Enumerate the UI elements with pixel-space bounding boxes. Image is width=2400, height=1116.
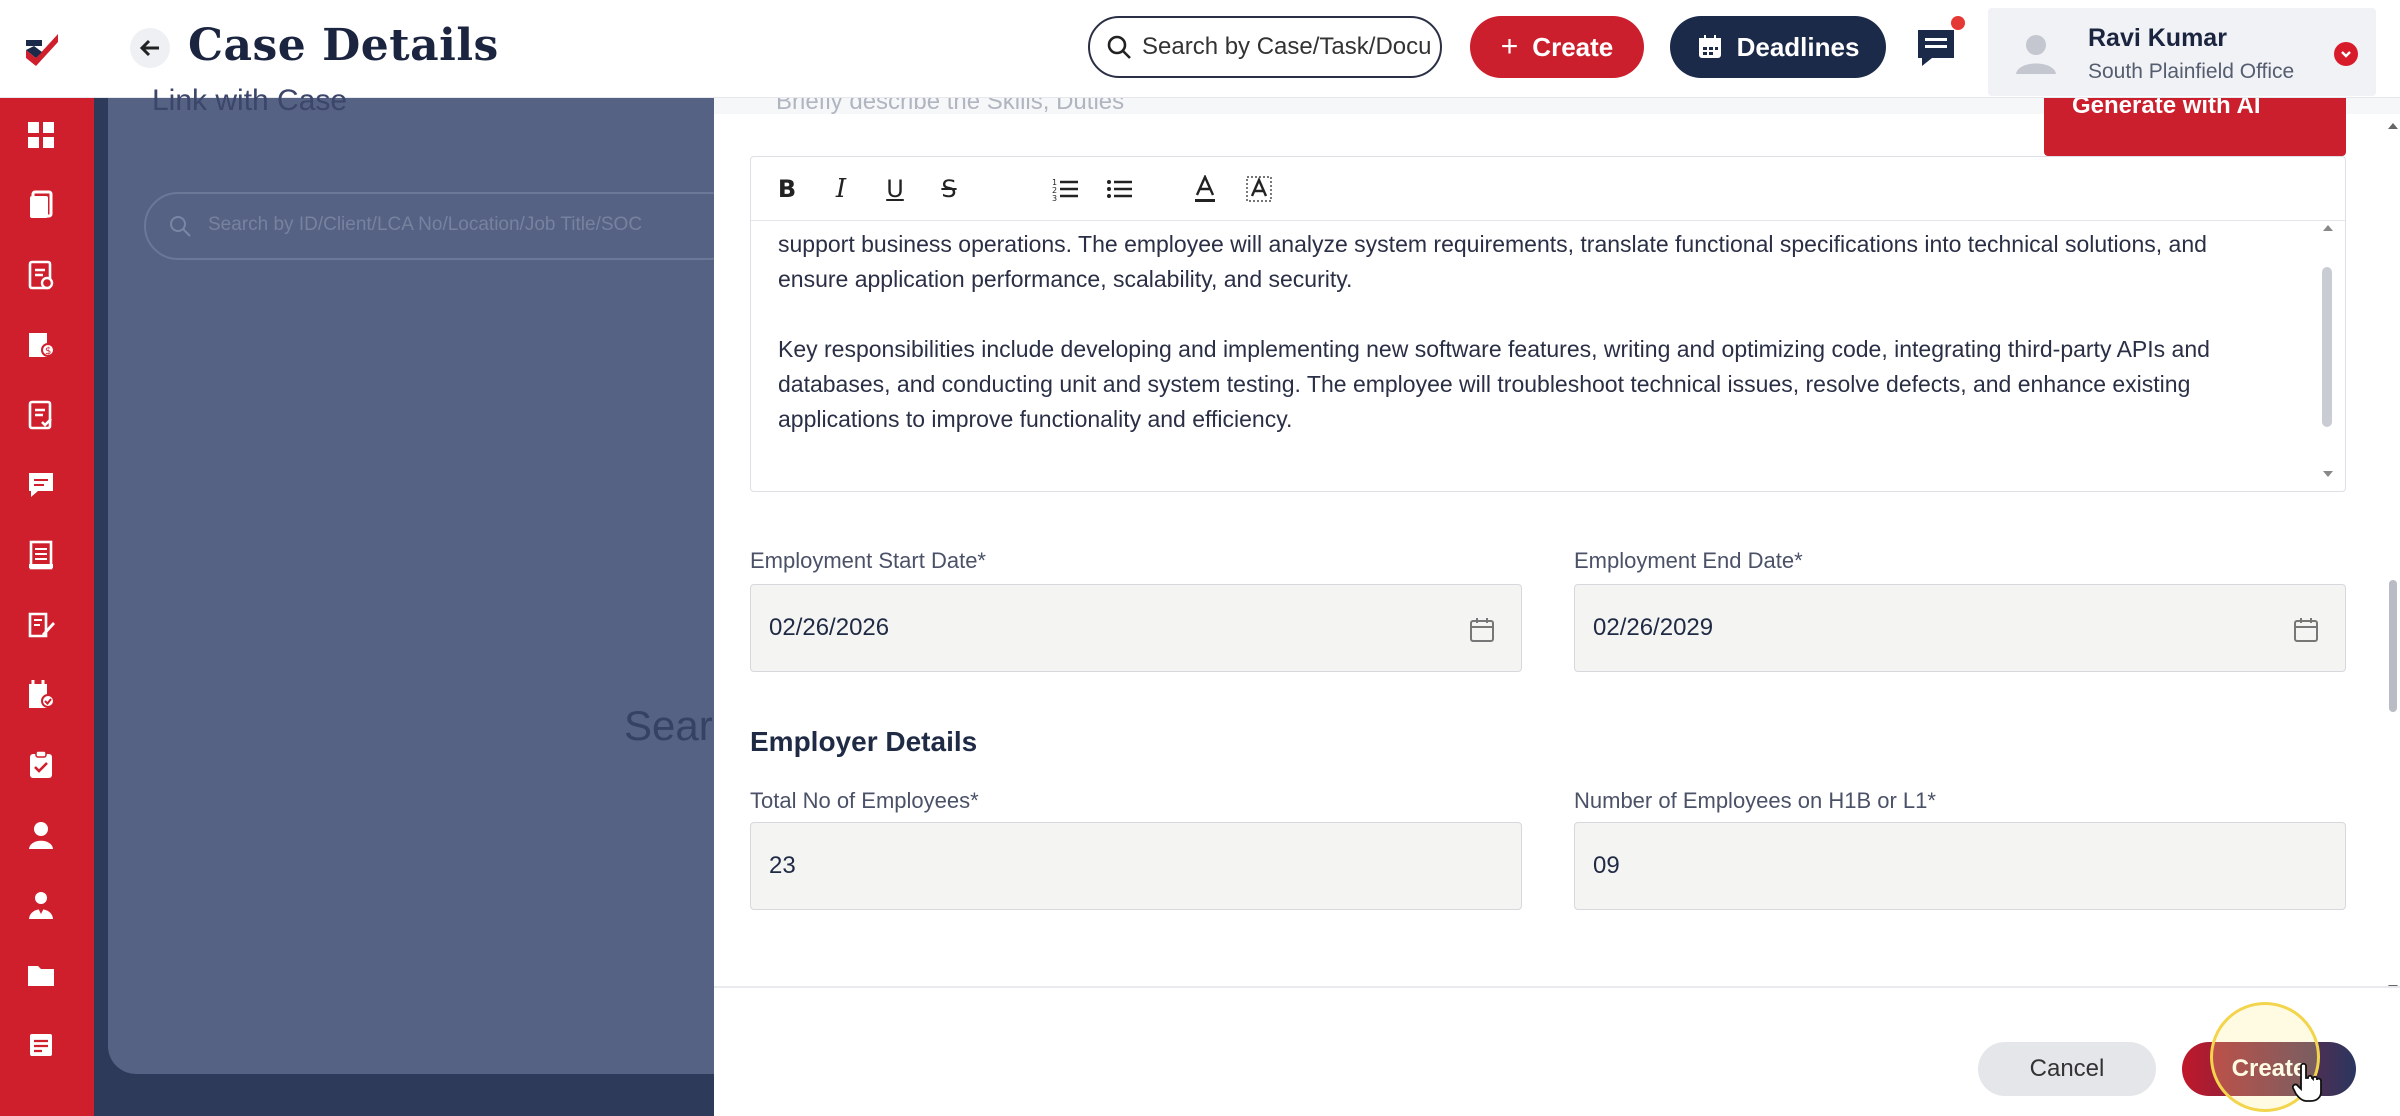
- forms-icon[interactable]: [24, 398, 58, 432]
- global-search-input[interactable]: [1142, 33, 1432, 61]
- arrow-left-icon: [139, 39, 159, 57]
- user-profile-card[interactable]: Ravi Kumar South Plainfield Office: [1988, 8, 2376, 96]
- folder-icon[interactable]: [24, 958, 58, 992]
- search-icon: [170, 216, 191, 237]
- calendar-icon[interactable]: [1469, 617, 1495, 643]
- calendar-icon[interactable]: [2293, 617, 2319, 643]
- end-date-field[interactable]: 02/26/2029: [1574, 584, 2346, 672]
- messages-icon[interactable]: [24, 468, 58, 502]
- back-button[interactable]: [130, 28, 170, 68]
- page-title: Case Details: [188, 20, 499, 71]
- generate-with-ai-label: Generate with AI: [2072, 98, 2261, 119]
- strikethrough-icon[interactable]: S: [931, 171, 967, 207]
- calendar-icon: [1698, 35, 1721, 58]
- duties-rich-text-editor[interactable]: B I U S 123 support business operations.…: [750, 156, 2346, 492]
- deadlines-button[interactable]: Deadlines: [1670, 16, 1886, 78]
- editor-scrollbar[interactable]: [2318, 221, 2340, 487]
- editor-paragraph: support business operations. The employe…: [778, 231, 2207, 292]
- user-name: Ravi Kumar: [2088, 24, 2227, 52]
- create-button[interactable]: Create: [2182, 1042, 2356, 1096]
- editor-paragraph: Key responsibilities include developing …: [778, 336, 2210, 432]
- notes-icon[interactable]: [24, 608, 58, 642]
- svg-text:$: $: [45, 346, 51, 357]
- start-date-value: 02/26/2026: [769, 614, 890, 641]
- highlight-icon[interactable]: [1241, 171, 1277, 207]
- generate-with-ai-button[interactable]: Generate with AI: [2044, 98, 2346, 156]
- h1b-employees-value: 09: [1593, 852, 1620, 879]
- end-date-value: 02/26/2029: [1593, 614, 1714, 641]
- text-color-icon[interactable]: [1187, 171, 1223, 207]
- avatar-icon: [2016, 35, 2056, 74]
- underline-icon[interactable]: U: [877, 171, 913, 207]
- total-employees-field[interactable]: 23: [750, 822, 1522, 910]
- deadlines-label: Deadlines: [1736, 31, 1860, 62]
- h1b-employees-field[interactable]: 09: [1574, 822, 2346, 910]
- bold-icon[interactable]: B: [769, 171, 805, 207]
- global-search[interactable]: [1088, 16, 1442, 78]
- users-icon[interactable]: [24, 818, 58, 852]
- editor-toolbar: B I U S 123: [751, 157, 2345, 221]
- background-large-text: Sear: [624, 702, 713, 749]
- drawer-scrollbar[interactable]: [2386, 120, 2400, 1000]
- app-logo-icon[interactable]: [22, 28, 62, 68]
- editor-content[interactable]: support business operations. The employe…: [778, 227, 2278, 477]
- scroll-up-icon[interactable]: [2319, 221, 2337, 235]
- start-date-label: Employment Start Date*: [750, 548, 986, 573]
- bullet-list-icon[interactable]: [1101, 171, 1137, 207]
- checklist-icon[interactable]: [24, 678, 58, 712]
- background-panel-label: Link with Case: [152, 84, 348, 117]
- end-date-label: Employment End Date*: [1574, 548, 1803, 573]
- cancel-button[interactable]: Cancel: [1978, 1042, 2156, 1096]
- duties-placeholder: Briefly describe the Skills, Duties: [776, 98, 1125, 115]
- background-search: Search by ID/Client/LCA No/Location/Job …: [144, 192, 744, 260]
- search-icon: [1107, 35, 1131, 59]
- total-employees-label: Total No of Employees*: [750, 788, 979, 813]
- contacts-icon[interactable]: [24, 888, 58, 922]
- reports-icon[interactable]: [24, 1028, 58, 1062]
- editor-scroll-thumb[interactable]: [2322, 267, 2332, 427]
- chevron-down-icon[interactable]: [2334, 42, 2358, 66]
- tasks-icon[interactable]: [24, 258, 58, 292]
- create-button-top[interactable]: + Create: [1470, 16, 1644, 78]
- total-employees-value: 23: [769, 852, 796, 879]
- notification-dot: [1951, 16, 1965, 30]
- dashboard-icon[interactable]: [24, 118, 58, 152]
- documents-icon[interactable]: [24, 538, 58, 572]
- numbered-list-icon[interactable]: 123: [1047, 171, 1083, 207]
- create-label: Create: [1532, 31, 1614, 62]
- scroll-up-icon[interactable]: [2386, 120, 2400, 132]
- scroll-down-icon[interactable]: [2319, 467, 2337, 481]
- chat-icon[interactable]: [1912, 24, 1960, 72]
- invoices-icon[interactable]: $: [24, 328, 58, 362]
- cases-icon[interactable]: [24, 188, 58, 222]
- user-office: South Plainfield Office: [2088, 60, 2295, 83]
- employer-details-heading: Employer Details: [750, 726, 978, 757]
- background-search-placeholder: Search by ID/Client/LCA No/Location/Job …: [208, 214, 643, 235]
- clipboard-icon[interactable]: [24, 748, 58, 782]
- h1b-employees-label: Number of Employees on H1B or L1*: [1574, 788, 1936, 813]
- plus-icon: +: [1500, 30, 1519, 63]
- svg-text:3: 3: [1052, 194, 1057, 201]
- top-header: Case Details + Create Deadlines: [0, 0, 2400, 98]
- start-date-field[interactable]: 02/26/2026: [750, 584, 1522, 672]
- drawer-scroll-thumb[interactable]: [2389, 580, 2397, 712]
- italic-icon[interactable]: I: [823, 171, 859, 207]
- sidebar: $: [0, 98, 94, 1116]
